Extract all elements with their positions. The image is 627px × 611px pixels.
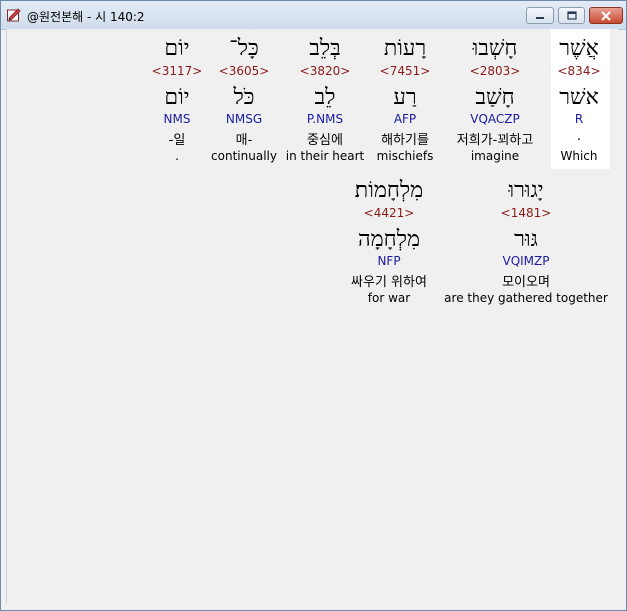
word-7-english: are they gathered together — [444, 291, 608, 305]
word-2-strong[interactable]: <2803> — [470, 64, 521, 78]
word-8-lemma: מִלְחָמָה — [357, 227, 421, 252]
word-3-korean: 해하기를 — [381, 133, 429, 148]
word-8-korean: 싸우기 위하여 — [351, 275, 427, 290]
word-8-english: for war — [367, 291, 411, 305]
word-6-english: . — [175, 149, 179, 163]
maximize-icon — [566, 11, 577, 20]
word-5-korean: 매- — [235, 133, 253, 148]
word-4-korean: 중심에 — [307, 133, 343, 148]
word-4-lemma: לֵב — [314, 85, 336, 110]
word-1-parsing: R — [574, 112, 584, 126]
word-7-parsing: VQIMZP — [502, 254, 550, 268]
word-8-parsing: NFP — [377, 254, 401, 268]
word-7-hebrew[interactable]: יָגוּרוּ — [508, 177, 543, 203]
word-4-hebrew[interactable]: בְּלֵב — [309, 35, 341, 61]
word-1-english: Which — [560, 149, 598, 163]
word-5-hebrew[interactable]: כָּל־ — [229, 35, 258, 61]
maximize-button[interactable] — [558, 7, 585, 24]
word-1-hebrew[interactable]: אֲשֶׁר — [559, 35, 599, 61]
word-5-english: continually — [211, 149, 277, 163]
minimize-button[interactable] — [526, 7, 554, 24]
word-7-lemma: גּוּר — [514, 227, 538, 252]
word-6-lemma: יוֹם — [164, 85, 190, 110]
word-4-strong[interactable]: <3820> — [300, 64, 351, 78]
word-4-english: in their heart — [285, 149, 365, 163]
word-2-english: imagine — [470, 149, 520, 163]
word-6-korean: -일 — [168, 133, 186, 148]
word-3-parsing: AFP — [393, 112, 417, 126]
word-2-korean: 저희가-꾀하고 — [456, 133, 534, 148]
word-2-parsing: VQACZP — [470, 112, 520, 126]
word-6-hebrew[interactable]: יוֹם — [164, 35, 189, 61]
word-7-korean: 모이오며 — [502, 275, 550, 290]
close-icon — [601, 10, 611, 21]
close-button[interactable] — [589, 7, 623, 24]
word-8-hebrew[interactable]: מִלְחָמוֹת׃ — [355, 177, 423, 203]
word-3-strong[interactable]: <7451> — [380, 64, 431, 78]
word-5-parsing: NMSG — [225, 112, 263, 126]
word-1-strong[interactable]: <834> — [557, 64, 600, 78]
minimize-icon — [536, 16, 544, 19]
word-1-korean: . — [576, 129, 582, 144]
word-2-hebrew[interactable]: חָשְׁבוּ — [473, 35, 518, 61]
word-1-lemma: אשׁר — [559, 85, 599, 110]
interlinear-window: @원전본해 - 시 140:2 אֲשֶׁר <834> אשׁר R . Wh… — [0, 0, 627, 611]
word-3-english: mischiefs — [376, 149, 434, 163]
word-4-parsing: P.NMS — [306, 112, 344, 126]
scroll-edit-icon — [7, 8, 21, 22]
word-5-lemma: כֹּל — [233, 85, 255, 110]
word-6-parsing: NMS — [163, 112, 191, 126]
word-3-hebrew[interactable]: רָעוֹת — [384, 35, 426, 61]
title-bar[interactable]: @원전본해 - 시 140:2 — [1, 1, 626, 30]
word-5-strong[interactable]: <3605> — [219, 64, 270, 78]
word-3-lemma: רַע — [393, 85, 417, 110]
word-7-strong[interactable]: <1481> — [501, 206, 552, 220]
window-title: @원전본해 - 시 140:2 — [27, 10, 145, 24]
word-8-strong[interactable]: <4421> — [364, 206, 415, 220]
word-2-lemma: חָשַׁב — [475, 85, 515, 110]
word-6-strong[interactable]: <3117> — [152, 64, 203, 78]
